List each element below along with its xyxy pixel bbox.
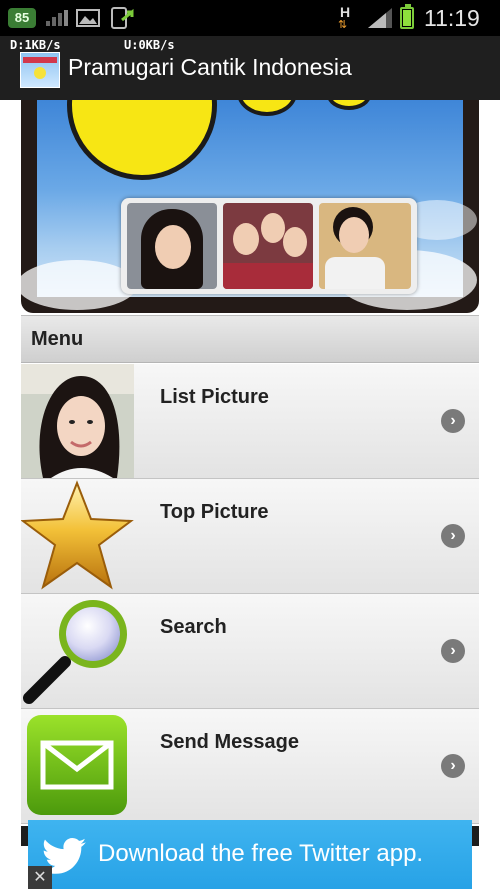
sync-icon [111,7,134,29]
image-icon [76,9,100,27]
clock: 11:19 [424,5,480,31]
app-title-bar: D:1KB/s U:0KB/s Pramugari Cantik Indones… [0,36,500,100]
banner-yellow-shape [237,100,297,116]
envelope-icon [21,709,134,823]
banner-photo-3 [319,203,411,289]
menu-item-label: List Picture [160,386,269,408]
menu-item-label: Send Message [160,731,299,753]
menu-item-search[interactable]: Search › [21,594,479,709]
download-speed: D:1KB/s [10,38,61,52]
girl-photo-icon [21,364,134,478]
chevron-right-icon: › [441,409,465,433]
menu-item-send-message[interactable]: Send Message › [21,709,479,824]
menu-item-top-picture[interactable]: Top Picture › [21,479,479,594]
close-icon[interactable]: ✕ [28,866,52,889]
magnifier-icon [21,594,134,708]
cell-signal-icon [368,8,392,28]
chevron-right-icon: › [441,524,465,548]
status-bar: 85 H ⇅ 11:19 [0,0,500,36]
ad-text: Download the free Twitter app. [98,840,424,867]
banner-yellow-circle [67,100,217,180]
menu-item-list-picture[interactable]: List Picture › [21,364,479,479]
banner-yellow-shape-small [327,100,371,110]
upload-speed: U:0KB/s [124,38,175,52]
menu-title: Menu [31,328,84,350]
app-title: Pramugari Cantik Indonesia [68,54,352,80]
app-logo-icon [20,52,60,88]
chevron-right-icon: › [441,754,465,778]
banner-photo-strip [121,198,417,294]
banner-sky [21,100,477,310]
banner-photo-1 [127,203,217,289]
chevron-right-icon: › [441,639,465,663]
star-icon [21,479,134,593]
banner-photo-2 [223,203,313,289]
signal-icon [46,10,68,26]
twitter-ad-banner[interactable]: Download the free Twitter app. [28,820,472,889]
header-banner [21,100,479,313]
menu-item-label: Search [160,616,227,638]
notification-badge: 85 [8,8,36,28]
network-arrows-icon: ⇅ [338,19,348,31]
battery-icon [400,4,414,29]
menu-header: Menu [21,315,479,363]
menu-item-label: Top Picture [160,501,269,523]
